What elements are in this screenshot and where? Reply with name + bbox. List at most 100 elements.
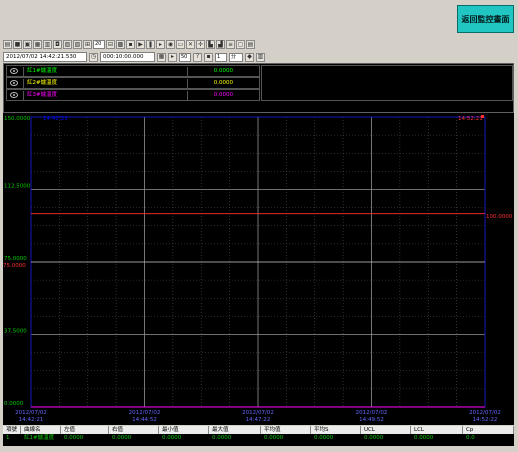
- y-tick-label: 37.5000: [4, 329, 27, 335]
- top-right-time: 14:52:21: [458, 116, 483, 122]
- toolbar: ▤ ■ ▣ ▦ ▥ ◘ ▧ ▨ ⊞ 20 ⊟ ▩ ▪ ▶ ❚ ▸ ◉ ▭ ✕ ✢…: [3, 40, 303, 51]
- return-to-monitor-button[interactable]: 返回監控畫面: [457, 5, 514, 33]
- cursor-icon[interactable]: ✕: [186, 40, 195, 49]
- x-tick-date: 2012/07/02: [15, 410, 47, 416]
- fit-icon[interactable]: ▩: [116, 40, 125, 49]
- trend-chart[interactable]: 150.0000 112.5000 75.0000 37.5000 0.0000 201…: [3, 113, 514, 425]
- table-header-cell[interactable]: 最大值: [209, 426, 261, 434]
- table-header-cell[interactable]: 平均值: [261, 426, 311, 434]
- fit-y-icon[interactable]: ▪: [126, 40, 135, 49]
- table-header-cell[interactable]: 項號: [3, 426, 21, 434]
- x-tick-time: 14:47:22: [246, 417, 271, 423]
- y-tick-label: 150.0000: [4, 116, 31, 122]
- legend-value: 0.0000: [213, 68, 233, 74]
- legend-row[interactable]: 紅3#爐溫度 0.0000: [6, 89, 260, 101]
- lock-icon[interactable]: ◘: [53, 40, 62, 49]
- save-icon[interactable]: ■: [13, 40, 22, 49]
- step-icon[interactable]: ▸: [156, 40, 165, 49]
- legend-row[interactable]: 紅1#爐溫度 0.0000: [6, 65, 260, 77]
- help-icon[interactable]: ?: [193, 52, 202, 62]
- right-cursor-marker[interactable]: [481, 115, 484, 118]
- table-cell: 0.0000: [212, 435, 232, 441]
- legend-empty-panel: [261, 65, 513, 101]
- clock-icon[interactable]: ◷: [89, 52, 98, 62]
- measure-icon[interactable]: ✢: [196, 40, 205, 49]
- table-cell: 0.0000: [414, 435, 434, 441]
- table-cell: 0.0000: [364, 435, 384, 441]
- unit-select[interactable]: 分: [229, 52, 243, 62]
- y-tick-label: 0.0000: [4, 401, 24, 407]
- y-tick-label: 75.0000: [4, 256, 27, 262]
- speed-icon[interactable]: ▸: [168, 52, 177, 62]
- folder-icon[interactable]: ▥: [43, 40, 52, 49]
- open-folder-icon[interactable]: ▤: [3, 40, 12, 49]
- red-line-label: 100.0000: [486, 214, 513, 220]
- x-tick-time: 14:44:52: [132, 417, 157, 423]
- table-header-cell[interactable]: 右值: [109, 426, 159, 434]
- zoom-out-icon[interactable]: ⊟: [106, 40, 115, 49]
- statistics-table: 項號 1 曲線名 紅1#爐溫度 左值 0.0000 右值 0.0000 最小值 0.0000 最大值…: [3, 426, 514, 446]
- table-cell: 0.0000: [162, 435, 182, 441]
- y-axis-labels: 150.0000 112.5000 75.0000 37.5000 0.0000: [4, 116, 31, 407]
- legend-name: 紅2#爐溫度: [23, 79, 188, 88]
- window-icon[interactable]: ▢: [236, 40, 245, 49]
- status-bar: [0, 446, 518, 452]
- bar-icon[interactable]: ▟: [216, 40, 225, 49]
- x-tick-date: 2012/07/02: [356, 410, 388, 416]
- alarm-icon[interactable]: ◆: [245, 52, 254, 62]
- y-tick-label: 112.5000: [4, 184, 31, 190]
- table-cell: 0.0000: [112, 435, 132, 441]
- table-header-cell[interactable]: UCL: [361, 426, 411, 434]
- eye-icon[interactable]: [10, 92, 18, 98]
- eye-icon[interactable]: [10, 68, 18, 74]
- x-axis-labels: 2012/07/0214:42:212012/07/0214:44:522012…: [15, 410, 501, 423]
- x-tick-time: 14:42:21: [19, 417, 44, 423]
- x-tick-time: 14:52:22: [473, 417, 498, 423]
- table-cell: 0.0000: [314, 435, 334, 441]
- table-header-cell[interactable]: 平均S: [311, 426, 361, 434]
- step-input[interactable]: 1: [215, 52, 227, 62]
- refresh-icon[interactable]: ◉: [166, 40, 175, 49]
- step-size-icon[interactable]: ▪: [204, 52, 213, 62]
- table-icon[interactable]: ▥: [256, 52, 265, 62]
- zoom-input[interactable]: 20: [93, 40, 105, 49]
- zoom-icon[interactable]: ⊞: [83, 40, 92, 49]
- legend-row[interactable]: 紅2#爐溫度 0.0000: [6, 77, 260, 89]
- time-span-input[interactable]: 000:10:00.000: [100, 52, 155, 62]
- start-time-input[interactable]: 2012/07/02 14:42:21.530: [3, 52, 87, 62]
- legend-name: 紅1#爐溫度: [23, 67, 188, 76]
- table-header-cell[interactable]: 曲線名: [21, 426, 61, 434]
- red-left-label: 75.0000: [3, 263, 26, 269]
- table-header-cell[interactable]: LCL: [411, 426, 463, 434]
- legend-value: 0.0000: [213, 80, 233, 86]
- print-icon[interactable]: ▭: [176, 40, 185, 49]
- legend-panel: 紅1#爐溫度 0.0000 紅2#爐溫度 0.0000 紅3#爐溫度 0.000…: [3, 63, 514, 113]
- window2-icon[interactable]: ▤: [246, 40, 255, 49]
- time-bar: 2012/07/02 14:42:21.530 ◷ 000:10:00.000 …: [3, 52, 343, 62]
- step-forward-icon[interactable]: ▶: [136, 40, 145, 49]
- export-icon[interactable]: ▦: [33, 40, 42, 49]
- calendar-icon[interactable]: ▦: [157, 52, 166, 62]
- legend-name: 紅3#爐溫度: [23, 91, 188, 100]
- table-cell: 紅1#爐溫度: [24, 435, 55, 441]
- chart-icon[interactable]: ▙: [206, 40, 215, 49]
- top-left-time: 14:42:21: [43, 116, 68, 122]
- list-icon[interactable]: ≡: [226, 40, 235, 49]
- table-header-cell[interactable]: Cp: [463, 426, 514, 434]
- speed-input[interactable]: 50: [179, 52, 191, 62]
- open-group-icon[interactable]: ▣: [23, 40, 32, 49]
- x-tick-date: 2012/07/02: [129, 410, 161, 416]
- table-cell: 0.0000: [264, 435, 284, 441]
- eye-icon[interactable]: [10, 80, 18, 86]
- legend-value: 0.0000: [213, 92, 233, 98]
- x-tick-date: 2012/07/02: [469, 410, 501, 416]
- x-tick-date: 2012/07/02: [242, 410, 274, 416]
- panel-icon[interactable]: ▨: [73, 40, 82, 49]
- grid-icon[interactable]: ▧: [63, 40, 72, 49]
- table-header-cell[interactable]: 左值: [61, 426, 109, 434]
- table-header-cell[interactable]: 最小值: [159, 426, 209, 434]
- pause-icon[interactable]: ❚: [146, 40, 155, 49]
- table-cell: 0.0: [466, 435, 475, 441]
- table-cell: 0.0000: [64, 435, 84, 441]
- x-tick-time: 14:49:52: [359, 417, 384, 423]
